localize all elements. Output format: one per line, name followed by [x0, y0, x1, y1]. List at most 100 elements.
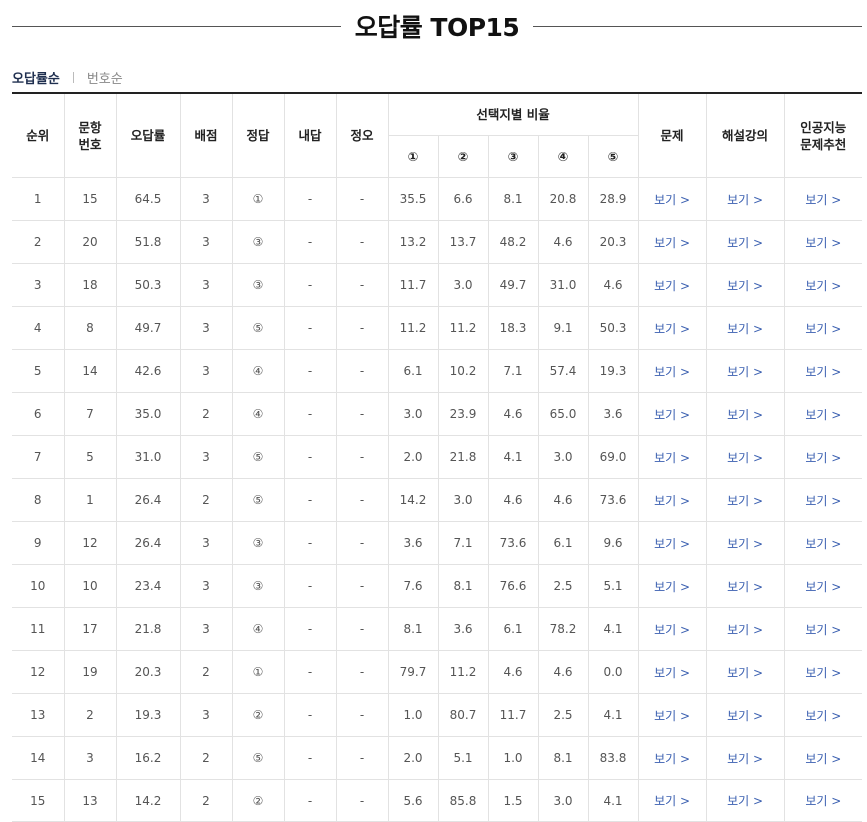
view-problem-link[interactable]: 보기 >	[637, 779, 707, 822]
header-choice-1: ①	[388, 135, 439, 178]
view-lecture-link[interactable]: 보기 >	[705, 220, 785, 264]
cell-correct-wrong: -	[335, 263, 389, 307]
cell-question-number: 2	[63, 693, 117, 737]
view-ai-recommend-link[interactable]: 보기 >	[783, 521, 863, 565]
cell-choice-4-ratio: 9.1	[537, 306, 589, 350]
cell-choice-1-ratio: 3.6	[387, 521, 439, 565]
view-problem-link[interactable]: 보기 >	[637, 177, 707, 221]
view-ai-recommend-link[interactable]: 보기 >	[783, 650, 863, 694]
cell-points: 2	[179, 736, 233, 780]
cell-correct-wrong: -	[335, 435, 389, 479]
view-lecture-link[interactable]: 보기 >	[705, 306, 785, 350]
cell-choice-5-ratio: 69.0	[587, 435, 639, 479]
cell-choice-1-ratio: 11.7	[387, 263, 439, 307]
cell-choice-3-ratio: 4.6	[487, 650, 539, 694]
view-lecture-link[interactable]: 보기 >	[705, 349, 785, 393]
cell-correct-wrong: -	[335, 177, 389, 221]
view-ai-recommend-link[interactable]: 보기 >	[783, 177, 863, 221]
view-problem-link[interactable]: 보기 >	[637, 478, 707, 522]
cell-rank: 8	[12, 478, 65, 522]
view-lecture-link[interactable]: 보기 >	[705, 693, 785, 737]
cell-error-rate: 16.2	[115, 736, 181, 780]
view-lecture-link[interactable]: 보기 >	[705, 521, 785, 565]
header-my-answer: 내답	[283, 92, 337, 178]
cell-choice-2-ratio: 23.9	[437, 392, 489, 436]
sort-tab-error-rate[interactable]: 오답률순	[12, 68, 60, 87]
view-problem-link[interactable]: 보기 >	[637, 564, 707, 608]
cell-rank: 14	[12, 736, 65, 780]
view-problem-link[interactable]: 보기 >	[637, 693, 707, 737]
header-choice-ratio: 선택지별 비율	[387, 92, 639, 136]
header-question-number: 문항 번호	[63, 92, 117, 178]
cell-answer: ④	[231, 607, 285, 651]
view-ai-recommend-link[interactable]: 보기 >	[783, 349, 863, 393]
cell-choice-5-ratio: 9.6	[587, 521, 639, 565]
cell-choice-3-ratio: 1.0	[487, 736, 539, 780]
cell-choice-2-ratio: 3.0	[437, 263, 489, 307]
view-problem-link[interactable]: 보기 >	[637, 220, 707, 264]
cell-correct-wrong: -	[335, 650, 389, 694]
header-ai-recommend-text: 인공지능 문제추천	[800, 119, 847, 152]
cell-choice-3-ratio: 8.1	[487, 177, 539, 221]
view-problem-link[interactable]: 보기 >	[637, 263, 707, 307]
view-ai-recommend-link[interactable]: 보기 >	[783, 478, 863, 522]
view-ai-recommend-link[interactable]: 보기 >	[783, 607, 863, 651]
view-ai-recommend-link[interactable]: 보기 >	[783, 779, 863, 822]
table-body: 1 15 64.5 3 ① - -35.5 6.6 8.1 20.8 28.9 보기 > 보기 > 보기 …	[12, 177, 863, 822]
cell-choice-4-ratio: 8.1	[537, 736, 589, 780]
sort-tab-number[interactable]: 번호순	[87, 68, 123, 87]
cell-question-number: 18	[63, 263, 117, 307]
cell-points: 3	[179, 607, 233, 651]
view-problem-link[interactable]: 보기 >	[637, 607, 707, 651]
cell-my-answer: -	[283, 220, 337, 264]
cell-choice-2-ratio: 21.8	[437, 435, 489, 479]
view-lecture-link[interactable]: 보기 >	[705, 263, 785, 307]
view-lecture-link[interactable]: 보기 >	[705, 736, 785, 780]
view-ai-recommend-link[interactable]: 보기 >	[783, 435, 863, 479]
cell-question-number: 3	[63, 736, 117, 780]
view-problem-link[interactable]: 보기 >	[637, 521, 707, 565]
cell-choice-2-ratio: 8.1	[437, 564, 489, 608]
cell-error-rate: 31.0	[115, 435, 181, 479]
view-ai-recommend-link[interactable]: 보기 >	[783, 564, 863, 608]
view-problem-link[interactable]: 보기 >	[637, 435, 707, 479]
view-ai-recommend-link[interactable]: 보기 >	[783, 220, 863, 264]
view-ai-recommend-link[interactable]: 보기 >	[783, 392, 863, 436]
view-lecture-link[interactable]: 보기 >	[705, 607, 785, 651]
view-ai-recommend-link[interactable]: 보기 >	[783, 736, 863, 780]
cell-choice-3-ratio: 18.3	[487, 306, 539, 350]
cell-choice-2-ratio: 6.6	[437, 177, 489, 221]
view-problem-link[interactable]: 보기 >	[637, 349, 707, 393]
cell-question-number: 14	[63, 349, 117, 393]
view-problem-link[interactable]: 보기 >	[637, 650, 707, 694]
table-row: 8 1 26.4 2 ⑤ - -14.2 3.0 4.6 4.6 73.6 보기 > 보기 > 보기 >	[12, 478, 863, 522]
view-lecture-link[interactable]: 보기 >	[705, 564, 785, 608]
cell-my-answer: -	[283, 392, 337, 436]
cell-my-answer: -	[283, 693, 337, 737]
header-rank: 순위	[12, 92, 65, 178]
view-lecture-link[interactable]: 보기 >	[705, 650, 785, 694]
view-ai-recommend-link[interactable]: 보기 >	[783, 693, 863, 737]
page-title-row: 오답률 TOP15	[12, 6, 862, 46]
cell-points: 3	[179, 349, 233, 393]
cell-choice-1-ratio: 79.7	[387, 650, 439, 694]
cell-rank: 1	[12, 177, 65, 221]
view-lecture-link[interactable]: 보기 >	[705, 177, 785, 221]
view-lecture-link[interactable]: 보기 >	[705, 779, 785, 822]
view-problem-link[interactable]: 보기 >	[637, 736, 707, 780]
view-ai-recommend-link[interactable]: 보기 >	[783, 306, 863, 350]
view-lecture-link[interactable]: 보기 >	[705, 392, 785, 436]
cell-rank: 11	[12, 607, 65, 651]
view-lecture-link[interactable]: 보기 >	[705, 435, 785, 479]
header-points: 배점	[179, 92, 233, 178]
table-row: 6 7 35.0 2 ④ - -3.0 23.9 4.6 65.0 3.6 보기 > 보기 > 보기 >	[12, 392, 863, 436]
view-ai-recommend-link[interactable]: 보기 >	[783, 263, 863, 307]
view-lecture-link[interactable]: 보기 >	[705, 478, 785, 522]
table-row: 13 2 19.3 3 ② - -1.0 80.7 11.7 2.5 4.1 보기 > 보기 > 보기 >	[12, 693, 863, 737]
title-divider-left	[12, 25, 341, 27]
cell-choice-3-ratio: 76.6	[487, 564, 539, 608]
view-problem-link[interactable]: 보기 >	[637, 306, 707, 350]
sort-tab-separator	[72, 71, 74, 83]
view-problem-link[interactable]: 보기 >	[637, 392, 707, 436]
cell-choice-5-ratio: 83.8	[587, 736, 639, 780]
